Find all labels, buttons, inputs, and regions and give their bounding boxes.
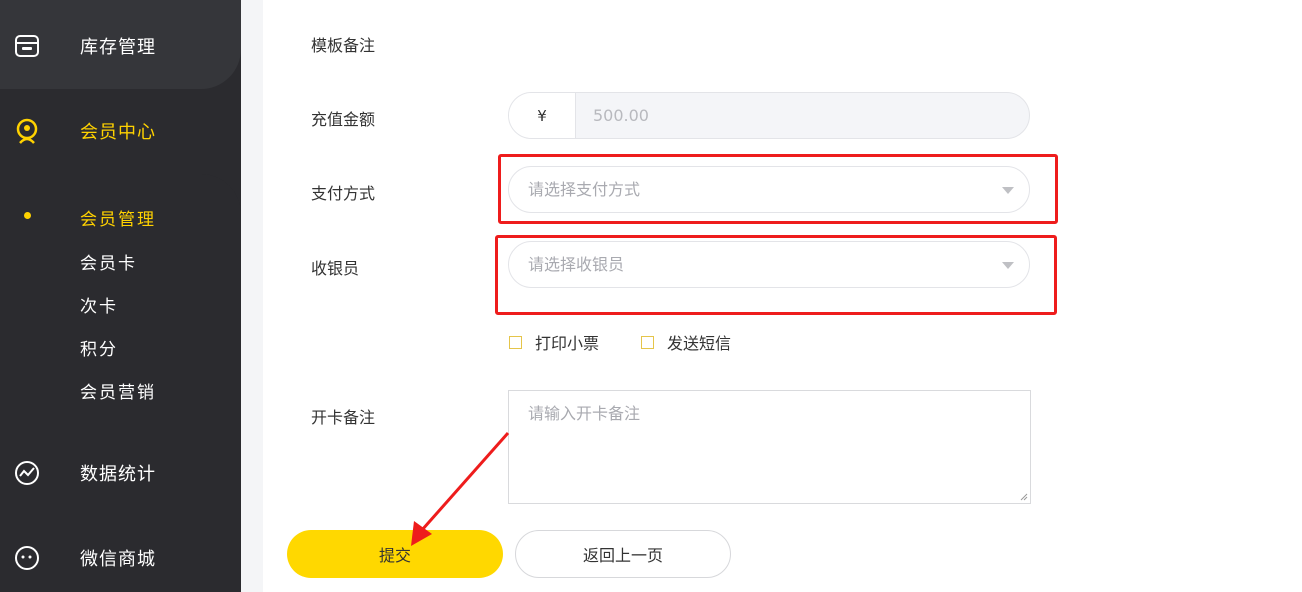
member-icon — [13, 117, 41, 145]
nav-item-wechat-mall[interactable]: 微信商城 — [0, 540, 241, 576]
sub-item-times-card[interactable]: 次卡 — [80, 292, 118, 317]
back-button[interactable]: 返回上一页 — [515, 530, 731, 578]
sub-item-member-card[interactable]: 会员卡 — [80, 249, 137, 274]
annotation-box-payment — [498, 154, 1058, 224]
recharge-amount-field: ¥ 500.00 — [508, 92, 1030, 139]
annotation-box-cashier — [495, 235, 1057, 315]
nav-item-label: 数据统计 — [80, 464, 156, 485]
nav-item-label: 会员中心 — [80, 122, 156, 143]
send-sms-label: 发送短信 — [667, 334, 732, 353]
cashier-label: 收银员 — [311, 259, 360, 278]
card-note-textarea[interactable]: 请输入开卡备注 — [508, 390, 1031, 504]
currency-prefix: ¥ — [509, 93, 576, 138]
sub-item-points[interactable]: 积分 — [80, 335, 118, 360]
sub-item-member-management[interactable]: 会员管理 — [80, 205, 156, 230]
recharge-amount-value: 500.00 — [593, 106, 649, 125]
chat-icon — [13, 544, 41, 572]
print-receipt-checkbox[interactable]: 打印小票 — [509, 330, 599, 354]
checkbox-box — [509, 335, 522, 349]
print-receipt-label: 打印小票 — [535, 334, 600, 353]
checkbox-box — [641, 335, 654, 349]
content-gutter — [241, 0, 263, 592]
sub-item-member-marketing[interactable]: 会员营销 — [80, 378, 156, 403]
nav-item-label: 微信商城 — [80, 549, 156, 570]
card-note-label: 开卡备注 — [311, 408, 376, 427]
card-note-placeholder: 请输入开卡备注 — [528, 404, 641, 423]
active-dot — [24, 212, 31, 219]
payment-method-label: 支付方式 — [311, 184, 376, 203]
nav-item-label: 库存管理 — [80, 37, 156, 58]
archive-icon — [13, 32, 41, 60]
sidebar: 库存管理 会员中心 会员管理 会员卡 次卡 积分 会员营销 数据统计 微信商城 — [0, 0, 241, 592]
resize-grip-icon[interactable] — [1020, 493, 1028, 501]
submit-button[interactable]: 提交 — [287, 530, 503, 578]
chart-icon — [13, 459, 41, 487]
nav-item-inventory[interactable]: 库存管理 — [0, 28, 241, 64]
template-note-label: 模板备注 — [311, 36, 376, 55]
recharge-amount-label: 充值金额 — [311, 110, 376, 129]
send-sms-checkbox[interactable]: 发送短信 — [641, 330, 731, 354]
nav-item-member-center[interactable]: 会员中心 — [0, 113, 241, 149]
nav-item-data-statistics[interactable]: 数据统计 — [0, 455, 241, 491]
